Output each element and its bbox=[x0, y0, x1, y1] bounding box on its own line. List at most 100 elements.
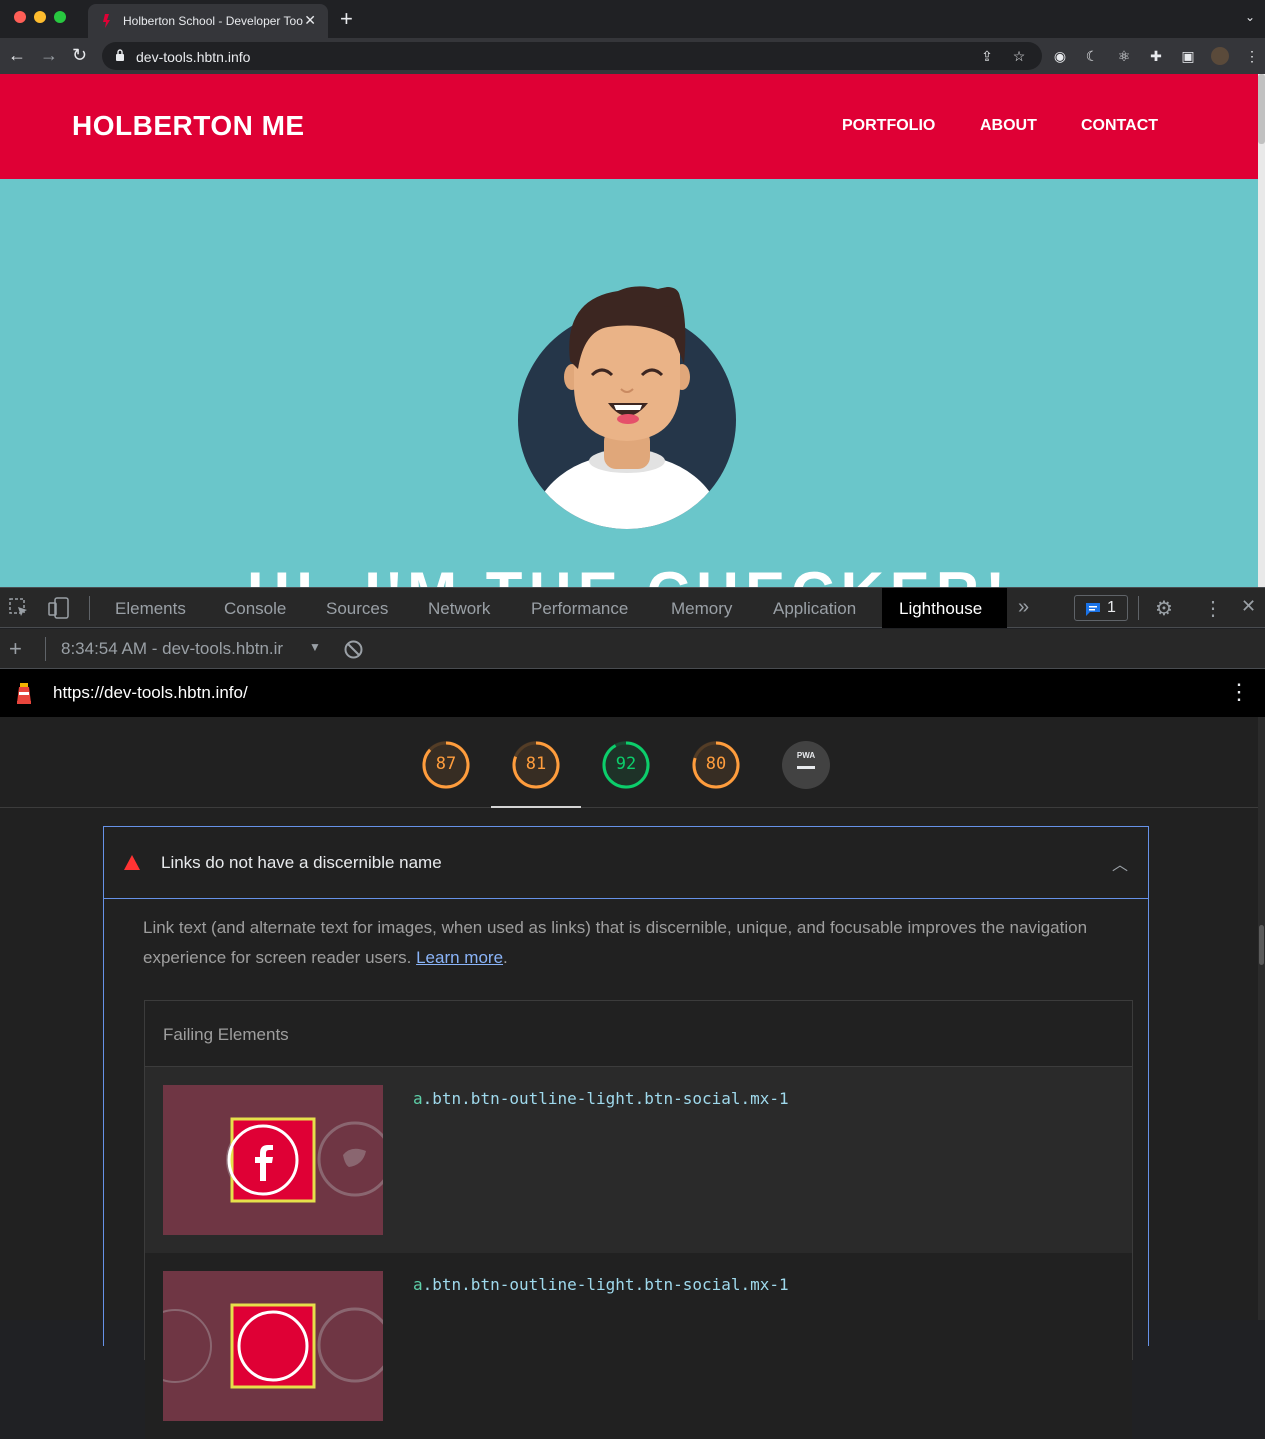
tab-console[interactable]: Console bbox=[224, 599, 286, 619]
audit-description: Link text (and alternate text for images… bbox=[143, 913, 1103, 973]
element-screenshot bbox=[163, 1271, 383, 1421]
tab-lighthouse-label: Lighthouse bbox=[899, 599, 983, 618]
side-panel-icon[interactable]: ▣ bbox=[1179, 47, 1197, 65]
node-selector[interactable]: a.btn.btn-outline-light.btn-social.mx-1 bbox=[413, 1089, 789, 1108]
pwa-badge[interactable]: PWA bbox=[782, 741, 830, 789]
audit-item: Links do not have a discernible name ︿ L… bbox=[103, 826, 1149, 1439]
maximize-window-button[interactable] bbox=[54, 11, 66, 23]
tab-network[interactable]: Network bbox=[428, 599, 490, 619]
table-row[interactable]: a.btn.btn-outline-light.btn-social.mx-1 bbox=[145, 1253, 1132, 1439]
report-dropdown-icon[interactable]: ▼ bbox=[309, 640, 321, 654]
gauge-score[interactable]: 92 bbox=[602, 741, 650, 789]
close-tab-icon[interactable]: ✕ bbox=[304, 12, 316, 29]
browser-tab[interactable]: Holberton School - Developer Tools ✕ bbox=[88, 4, 328, 38]
devtools-tab-bar: Elements Console Sources Network Perform… bbox=[0, 587, 1265, 628]
settings-gear-icon[interactable]: ⚙ bbox=[1155, 596, 1173, 621]
node-selector[interactable]: a.btn.btn-outline-light.btn-social.mx-1 bbox=[413, 1275, 789, 1294]
element-thumbnail-image bbox=[163, 1303, 383, 1389]
reload-button[interactable]: ↻ bbox=[72, 45, 87, 65]
tab-lighthouse[interactable]: Lighthouse bbox=[882, 588, 1007, 628]
extension-avatar-icon[interactable]: ◉ bbox=[1051, 47, 1069, 65]
tab-application[interactable]: Application bbox=[773, 599, 856, 619]
hero-section: HI, I'M THE CHECKER! bbox=[0, 179, 1258, 587]
chrome-menu-icon[interactable]: ⋮ bbox=[1243, 47, 1261, 65]
react-devtools-icon[interactable]: ⚛ bbox=[1115, 47, 1133, 65]
score-gauges: 87 81 92 80 PWA bbox=[0, 717, 1258, 808]
close-devtools-icon[interactable]: ✕ bbox=[1241, 596, 1256, 617]
element-screenshot bbox=[163, 1085, 383, 1235]
bookmark-star-icon[interactable]: ☆ bbox=[1010, 47, 1028, 65]
nav-portfolio[interactable]: PORTFOLIO bbox=[842, 117, 935, 135]
new-tab-button[interactable]: + bbox=[340, 8, 353, 30]
close-window-button[interactable] bbox=[14, 11, 26, 23]
tab-search-chevron-icon[interactable]: ⌄ bbox=[1245, 10, 1255, 24]
devtools-menu-icon[interactable]: ⋮ bbox=[1203, 596, 1223, 621]
gauge-value: 87 bbox=[435, 754, 457, 774]
collapse-chevron-icon[interactable]: ︿ bbox=[1112, 851, 1128, 875]
nav-contact[interactable]: CONTACT bbox=[1081, 117, 1158, 135]
lighthouse-logo-icon bbox=[17, 683, 31, 704]
element-thumbnail-image bbox=[226, 1117, 383, 1203]
minimize-window-button[interactable] bbox=[34, 11, 46, 23]
report-select[interactable]: 8:34:54 AM - dev-tools.hbtn.ir bbox=[61, 639, 283, 659]
gauge-score[interactable]: 87 bbox=[422, 741, 470, 789]
extensions-puzzle-icon[interactable]: ✚ bbox=[1147, 47, 1165, 65]
node-tag: a bbox=[413, 1089, 423, 1108]
browser-tab-strip: Holberton School - Developer Tools ✕ + ⌄ bbox=[0, 0, 1265, 38]
issues-badge[interactable]: 1 bbox=[1074, 595, 1128, 621]
report-scrollbar[interactable] bbox=[1258, 717, 1265, 1320]
report-scroll-thumb[interactable] bbox=[1259, 925, 1264, 965]
share-icon[interactable]: ⇪ bbox=[978, 47, 996, 65]
avatar-illustration bbox=[518, 286, 736, 529]
failing-elements-header: Failing Elements bbox=[145, 1001, 1132, 1067]
lock-icon bbox=[116, 49, 124, 61]
tab-elements[interactable]: Elements bbox=[115, 599, 186, 619]
device-toolbar-icon[interactable] bbox=[48, 597, 70, 619]
pwa-dash bbox=[797, 766, 815, 769]
extension-moon-icon[interactable]: ☾ bbox=[1083, 47, 1101, 65]
lighthouse-url-bar: https://dev-tools.hbtn.info/ ⋮ bbox=[0, 669, 1265, 717]
tab-divider bbox=[1138, 596, 1139, 620]
gauge-score[interactable]: 80 bbox=[692, 741, 740, 789]
node-classes: .btn.btn-outline-light.btn-social.mx-1 bbox=[422, 1275, 789, 1294]
audit-header[interactable]: Links do not have a discernible name ︿ bbox=[104, 827, 1148, 899]
audit-title: Links do not have a discernible name bbox=[161, 853, 442, 872]
tab-sources[interactable]: Sources bbox=[326, 599, 388, 619]
tab-title: Holberton School - Developer Tools bbox=[123, 14, 303, 28]
learn-more-link[interactable]: Learn more bbox=[416, 948, 503, 967]
more-tabs-chevron-icon[interactable]: » bbox=[1018, 596, 1029, 619]
gauge-value: 92 bbox=[615, 754, 637, 774]
profile-avatar[interactable] bbox=[1211, 47, 1229, 65]
tab-performance[interactable]: Performance bbox=[531, 599, 628, 619]
issues-count: 1 bbox=[1107, 599, 1116, 616]
forward-button[interactable]: → bbox=[40, 45, 58, 65]
address-url: dev-tools.hbtn.info bbox=[136, 49, 251, 65]
page-scrollbar[interactable] bbox=[1258, 74, 1265, 587]
page-scroll-thumb[interactable] bbox=[1258, 74, 1265, 144]
failing-elements-table: Failing Elements a.btn.btn-outline-light… bbox=[144, 1000, 1133, 1439]
failing-elements-label: Failing Elements bbox=[163, 1025, 289, 1044]
lighthouse-url: https://dev-tools.hbtn.info/ bbox=[53, 683, 248, 702]
fail-triangle-icon bbox=[124, 855, 140, 870]
address-bar[interactable]: dev-tools.hbtn.info ⇪ ☆ bbox=[102, 42, 1042, 70]
description-period: . bbox=[503, 948, 508, 967]
back-button[interactable]: ← bbox=[8, 45, 26, 65]
issues-message-icon bbox=[1086, 603, 1100, 616]
toolbar-divider bbox=[45, 637, 46, 661]
node-classes: .btn.btn-outline-light.btn-social.mx-1 bbox=[422, 1089, 789, 1108]
tab-divider bbox=[89, 596, 90, 620]
tab-memory[interactable]: Memory bbox=[671, 599, 732, 619]
table-row[interactable]: a.btn.btn-outline-light.btn-social.mx-1 bbox=[145, 1067, 1132, 1253]
clear-reports-icon[interactable] bbox=[344, 640, 363, 659]
nav-about[interactable]: ABOUT bbox=[980, 117, 1037, 135]
inspect-element-icon[interactable] bbox=[9, 598, 29, 618]
holberton-favicon-icon bbox=[103, 14, 110, 28]
hero-heading: HI, I'M THE CHECKER! bbox=[0, 559, 1258, 587]
new-report-plus-icon[interactable]: + bbox=[9, 636, 22, 662]
site-brand[interactable]: HOLBERTON ME bbox=[72, 110, 305, 142]
site-header: HOLBERTON ME PORTFOLIO ABOUT CONTACT bbox=[0, 74, 1258, 179]
pwa-label: PWA bbox=[796, 751, 816, 760]
lighthouse-toolbar: + 8:34:54 AM - dev-tools.hbtn.ir ▼ bbox=[0, 629, 1265, 669]
gauge-score[interactable]: 81 bbox=[512, 741, 560, 789]
lighthouse-menu-icon[interactable]: ⋮ bbox=[1228, 679, 1250, 705]
